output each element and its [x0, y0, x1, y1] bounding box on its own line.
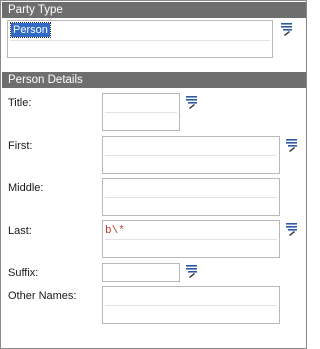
party-type-selected-item[interactable]: Person: [10, 22, 51, 38]
field-divider: [105, 239, 277, 240]
field-divider: [105, 305, 277, 306]
list-picker-icon[interactable]: [280, 22, 294, 36]
field-divider: [105, 155, 277, 156]
first-name-field[interactable]: [102, 136, 280, 174]
suffix-label: Suffix:: [8, 267, 39, 279]
party-panel: Party Type Person Person Details Title: …: [0, 0, 307, 349]
title-picker-icon[interactable]: [185, 95, 199, 109]
last-label: Last:: [8, 225, 32, 237]
first-label: First:: [8, 140, 33, 152]
field-divider: [105, 197, 277, 198]
middle-name-field[interactable]: [102, 178, 280, 216]
middle-label: Middle:: [8, 182, 44, 194]
party-type-header: Party Type: [2, 2, 306, 18]
first-picker-icon[interactable]: [285, 138, 299, 152]
suffix-picker-icon[interactable]: [185, 264, 199, 278]
last-picker-icon[interactable]: [285, 222, 299, 236]
title-field[interactable]: [102, 93, 180, 131]
person-details-header: Person Details: [2, 72, 306, 88]
last-name-field[interactable]: [102, 220, 280, 258]
other-names-field[interactable]: [102, 286, 280, 324]
last-name-value: b\*: [105, 225, 125, 237]
suffix-field[interactable]: [102, 263, 180, 282]
listbox-divider: [10, 40, 270, 41]
field-divider: [105, 112, 177, 113]
title-label: Title:: [8, 97, 32, 109]
other-names-label: Other Names:: [8, 290, 77, 302]
